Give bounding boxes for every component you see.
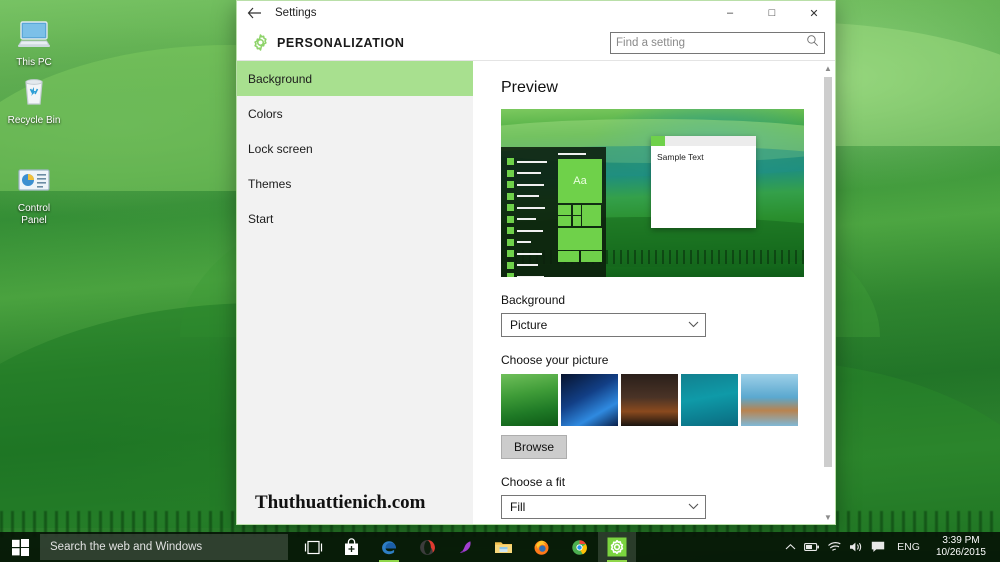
fit-dropdown-value: Fill <box>510 500 526 514</box>
preview-tile-letters: Aa <box>573 175 587 187</box>
scrollbar-thumb[interactable] <box>824 77 832 467</box>
sidebar-item-background[interactable]: Background <box>237 61 473 96</box>
settings-sidebar: Background Colors Lock screen Themes Sta… <box>237 61 473 524</box>
desktop-icon-label: Control <box>17 203 51 214</box>
back-arrow-icon[interactable] <box>237 1 271 25</box>
night-sky-thumbnail[interactable] <box>621 374 678 426</box>
settings-header: PERSONALIZATION <box>237 25 835 61</box>
monitor-icon <box>0 14 68 54</box>
action-center-icon[interactable] <box>867 532 889 562</box>
taskbar-search-placeholder: Search the web and Windows <box>50 541 203 553</box>
opera-icon[interactable] <box>408 532 446 562</box>
window-title: Settings <box>275 7 317 19</box>
show-hidden-icons-chevron[interactable] <box>779 532 801 562</box>
picture-thumbnail-list <box>501 374 821 426</box>
preview-sample-text: Sample Text <box>657 152 704 162</box>
chrome-icon[interactable] <box>560 532 598 562</box>
edge-icon[interactable] <box>370 532 408 562</box>
preview-tile-large: Aa <box>558 159 602 203</box>
firefox-icon[interactable] <box>522 532 560 562</box>
background-dropdown-value: Picture <box>510 318 548 332</box>
gear-icon <box>245 33 275 52</box>
volume-icon[interactable] <box>845 532 867 562</box>
browse-button[interactable]: Browse <box>501 435 567 459</box>
desktop-icon-label: Panel <box>21 215 47 226</box>
windows-logo-blue-thumbnail[interactable] <box>561 374 618 426</box>
sidebar-item-label: Themes <box>248 176 292 191</box>
clock-date: 10/26/2015 <box>935 547 986 558</box>
maximize-button[interactable]: □ <box>751 1 793 25</box>
window-titlebar: Settings – □ ✕ <box>237 1 835 25</box>
clock-time: 3:39 PM <box>942 535 980 546</box>
watermark: Thuthuattienich.com <box>255 492 426 513</box>
green-hills-thumbnail[interactable] <box>501 374 558 426</box>
recycle-bin-icon <box>0 72 68 112</box>
file-explorer-icon[interactable] <box>484 532 522 562</box>
settings-window: Settings – □ ✕ PERSONALIZATION Find a se… <box>236 0 836 525</box>
purple-app-icon[interactable] <box>446 532 484 562</box>
chevron-down-icon <box>688 320 699 331</box>
store-icon[interactable] <box>332 532 370 562</box>
close-button[interactable]: ✕ <box>793 1 835 25</box>
taskbar-search-box[interactable]: Search the web and Windows <box>40 534 288 560</box>
fit-dropdown[interactable]: Fill <box>501 495 706 519</box>
language-indicator[interactable]: ENG <box>889 541 928 553</box>
search-icon <box>806 34 819 52</box>
taskbar-icons <box>294 532 636 562</box>
control-panel-icon <box>0 160 68 200</box>
choose-picture-label: Choose your picture <box>501 353 609 367</box>
sidebar-item-lock-screen[interactable]: Lock screen <box>237 131 473 166</box>
wifi-icon[interactable] <box>823 532 845 562</box>
desktop-icon-label: Recycle Bin <box>7 115 61 126</box>
taskbar: Search the web and Windows ENG 3:39 PM 1… <box>0 532 1000 562</box>
sidebar-item-label: Lock screen <box>248 141 313 156</box>
windows-start-icon[interactable] <box>0 532 40 562</box>
sidebar-item-colors[interactable]: Colors <box>237 96 473 131</box>
desktop-icon-this-pc[interactable]: This PC <box>0 14 68 69</box>
desktop-icon-label: This PC <box>16 57 52 68</box>
preview-sample-window: Sample Text <box>651 136 756 228</box>
desktop-icon-control-panel[interactable]: Control Panel <box>0 160 68 227</box>
background-label: Background <box>501 293 566 307</box>
sidebar-item-label: Background <box>248 71 313 86</box>
settings-content: Preview Aa Sample Text Background Pictur… <box>473 61 835 524</box>
preview-start-menu: Aa <box>501 147 606 277</box>
clock[interactable]: 3:39 PM 10/26/2015 <box>928 535 994 559</box>
preview-tiles: Aa <box>558 153 602 262</box>
system-tray: ENG 3:39 PM 10/26/2015 <box>779 532 1000 562</box>
sidebar-item-label: Start <box>248 211 274 226</box>
preview-app-list <box>507 157 547 277</box>
minimize-button[interactable]: – <box>709 1 751 25</box>
window-controls: – □ ✕ <box>709 1 835 25</box>
preview-sample-titlebar <box>651 136 756 146</box>
wallpaper-preview: Aa Sample Text <box>501 109 804 277</box>
scroll-down-arrow-icon[interactable]: ▼ <box>821 510 835 524</box>
sidebar-item-themes[interactable]: Themes <box>237 166 473 201</box>
battery-icon[interactable] <box>801 532 823 562</box>
preview-heading: Preview <box>501 79 558 96</box>
underwater-teal-thumbnail[interactable] <box>681 374 738 426</box>
search-input[interactable] <box>616 36 806 49</box>
background-dropdown[interactable]: Picture <box>501 313 706 337</box>
page-title: PERSONALIZATION <box>277 35 405 50</box>
task-view-icon[interactable] <box>294 532 332 562</box>
choose-fit-label: Choose a fit <box>501 475 566 489</box>
desktop-icon-recycle-bin[interactable]: Recycle Bin <box>0 72 68 127</box>
chevron-down-icon <box>688 502 699 513</box>
scroll-up-arrow-icon[interactable]: ▲ <box>821 61 835 75</box>
sidebar-item-label: Colors <box>248 106 283 121</box>
sidebar-item-start[interactable]: Start <box>237 201 473 236</box>
search-setting-box[interactable] <box>610 31 825 54</box>
content-scrollbar[interactable]: ▲ ▼ <box>821 61 835 524</box>
beach-rock-thumbnail[interactable] <box>741 374 798 426</box>
settings-icon[interactable] <box>598 532 636 562</box>
